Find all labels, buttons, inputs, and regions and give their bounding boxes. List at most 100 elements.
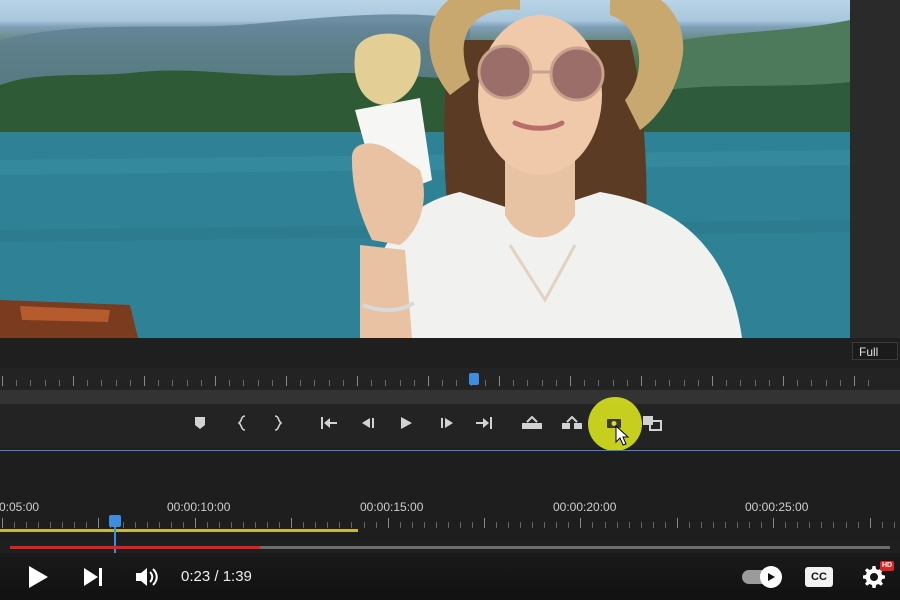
ruler-tick xyxy=(291,518,293,528)
go-to-in-icon[interactable] xyxy=(316,410,342,436)
ruler-tick xyxy=(87,380,89,386)
ruler-tick xyxy=(2,376,3,386)
ruler-tick xyxy=(74,522,76,528)
ruler-tick xyxy=(628,522,630,528)
step-back-icon[interactable] xyxy=(355,410,381,436)
ruler-tick xyxy=(62,522,64,528)
play-button[interactable] xyxy=(24,563,52,591)
ruler-tick xyxy=(768,380,770,386)
play-icon[interactable] xyxy=(393,410,419,436)
ruler-tick xyxy=(144,376,145,386)
ruler-tick xyxy=(387,518,389,528)
ruler-tick xyxy=(641,376,642,386)
timecode-label: 00:00:10:00 xyxy=(167,500,231,514)
ruler-tick xyxy=(773,518,775,528)
captions-button[interactable]: CC xyxy=(805,567,833,587)
timecode-label: 00:00:15:00 xyxy=(360,500,424,514)
ruler-tick xyxy=(411,522,413,528)
ruler-tick xyxy=(797,522,799,528)
play-icon xyxy=(768,573,775,581)
monitor-playhead[interactable] xyxy=(469,373,479,385)
go-to-out-icon[interactable] xyxy=(471,410,497,436)
monitor-time-ruler[interactable] xyxy=(0,368,900,390)
ruler-tick xyxy=(194,518,196,528)
lift-icon[interactable] xyxy=(519,410,545,436)
ruler-tick xyxy=(785,522,787,528)
ruler-tick xyxy=(527,380,529,386)
play-icon xyxy=(29,566,48,588)
ruler-tick xyxy=(158,380,160,386)
ruler-tick xyxy=(496,522,498,528)
ruler-tick xyxy=(229,380,231,386)
autoplay-toggle-knob[interactable] xyxy=(760,566,782,588)
ruler-tick xyxy=(16,380,18,386)
ruler-tick xyxy=(413,380,415,386)
next-button[interactable] xyxy=(79,563,107,591)
step-forward-icon[interactable] xyxy=(434,410,460,436)
ruler-tick xyxy=(371,380,373,386)
ruler-tick xyxy=(598,380,600,386)
mark-out-icon[interactable] xyxy=(265,410,291,436)
ruler-tick xyxy=(158,522,160,528)
ruler-tick xyxy=(399,522,401,528)
volume-button[interactable] xyxy=(133,563,163,591)
mouse-cursor-icon xyxy=(615,425,630,446)
work-area-bar[interactable] xyxy=(0,529,358,532)
ruler-tick xyxy=(616,522,618,528)
ruler-tick xyxy=(484,518,485,528)
volume-icon xyxy=(136,568,158,586)
ruler-tick xyxy=(315,522,317,528)
time-display: 0:23 / 1:39 xyxy=(181,568,252,585)
ruler-tick xyxy=(271,380,273,386)
timecode-label: 00:00:25:00 xyxy=(745,500,809,514)
mark-in-icon[interactable] xyxy=(229,410,255,436)
ruler-tick xyxy=(857,522,859,528)
ruler-tick xyxy=(218,522,220,528)
ruler-tick xyxy=(612,380,614,386)
zoom-level-dropdown[interactable]: Full xyxy=(852,342,898,360)
ruler-tick xyxy=(532,522,534,528)
ruler-tick xyxy=(749,522,751,528)
hd-badge: HD xyxy=(880,561,895,571)
ruler-tick xyxy=(243,380,245,386)
ruler-tick xyxy=(568,522,570,528)
ruler-tick xyxy=(652,522,654,528)
ruler-tick xyxy=(459,522,461,528)
ruler-tick xyxy=(520,522,522,528)
ruler-tick xyxy=(456,380,458,386)
comparison-view-icon[interactable] xyxy=(639,410,665,436)
ruler-tick xyxy=(14,522,16,528)
ruler-tick xyxy=(300,380,302,386)
ruler-tick xyxy=(73,376,74,386)
ruler-tick xyxy=(122,522,124,528)
ruler-tick xyxy=(206,522,208,528)
ruler-tick xyxy=(640,522,642,528)
ruler-tick xyxy=(286,376,287,386)
monitor-scrub-bar[interactable] xyxy=(0,390,900,404)
marker-icon[interactable] xyxy=(187,410,213,436)
ruler-tick xyxy=(854,376,855,386)
ruler-tick xyxy=(541,380,543,386)
ruler-tick xyxy=(357,376,358,386)
ruler-tick xyxy=(58,380,60,386)
ruler-tick xyxy=(363,522,365,528)
ruler-tick xyxy=(556,522,558,528)
ruler-tick xyxy=(726,380,728,386)
ruler-tick xyxy=(428,376,429,386)
ruler-tick xyxy=(385,380,387,386)
ruler-tick xyxy=(683,380,685,386)
ruler-tick xyxy=(303,522,305,528)
ruler-tick xyxy=(101,380,103,386)
extract-icon[interactable] xyxy=(559,410,585,436)
timecode-label: 0:05:00 xyxy=(0,500,40,514)
ruler-tick xyxy=(423,522,425,528)
ruler-tick xyxy=(146,522,148,528)
timecode-label: 00:00:20:00 xyxy=(553,500,617,514)
ruler-tick xyxy=(669,380,671,386)
ruler-tick xyxy=(825,380,827,386)
video-progress-played xyxy=(10,546,260,549)
ruler-tick xyxy=(182,522,184,528)
ruler-tick xyxy=(712,522,714,528)
ruler-tick xyxy=(172,380,174,386)
ruler-tick xyxy=(38,522,40,528)
